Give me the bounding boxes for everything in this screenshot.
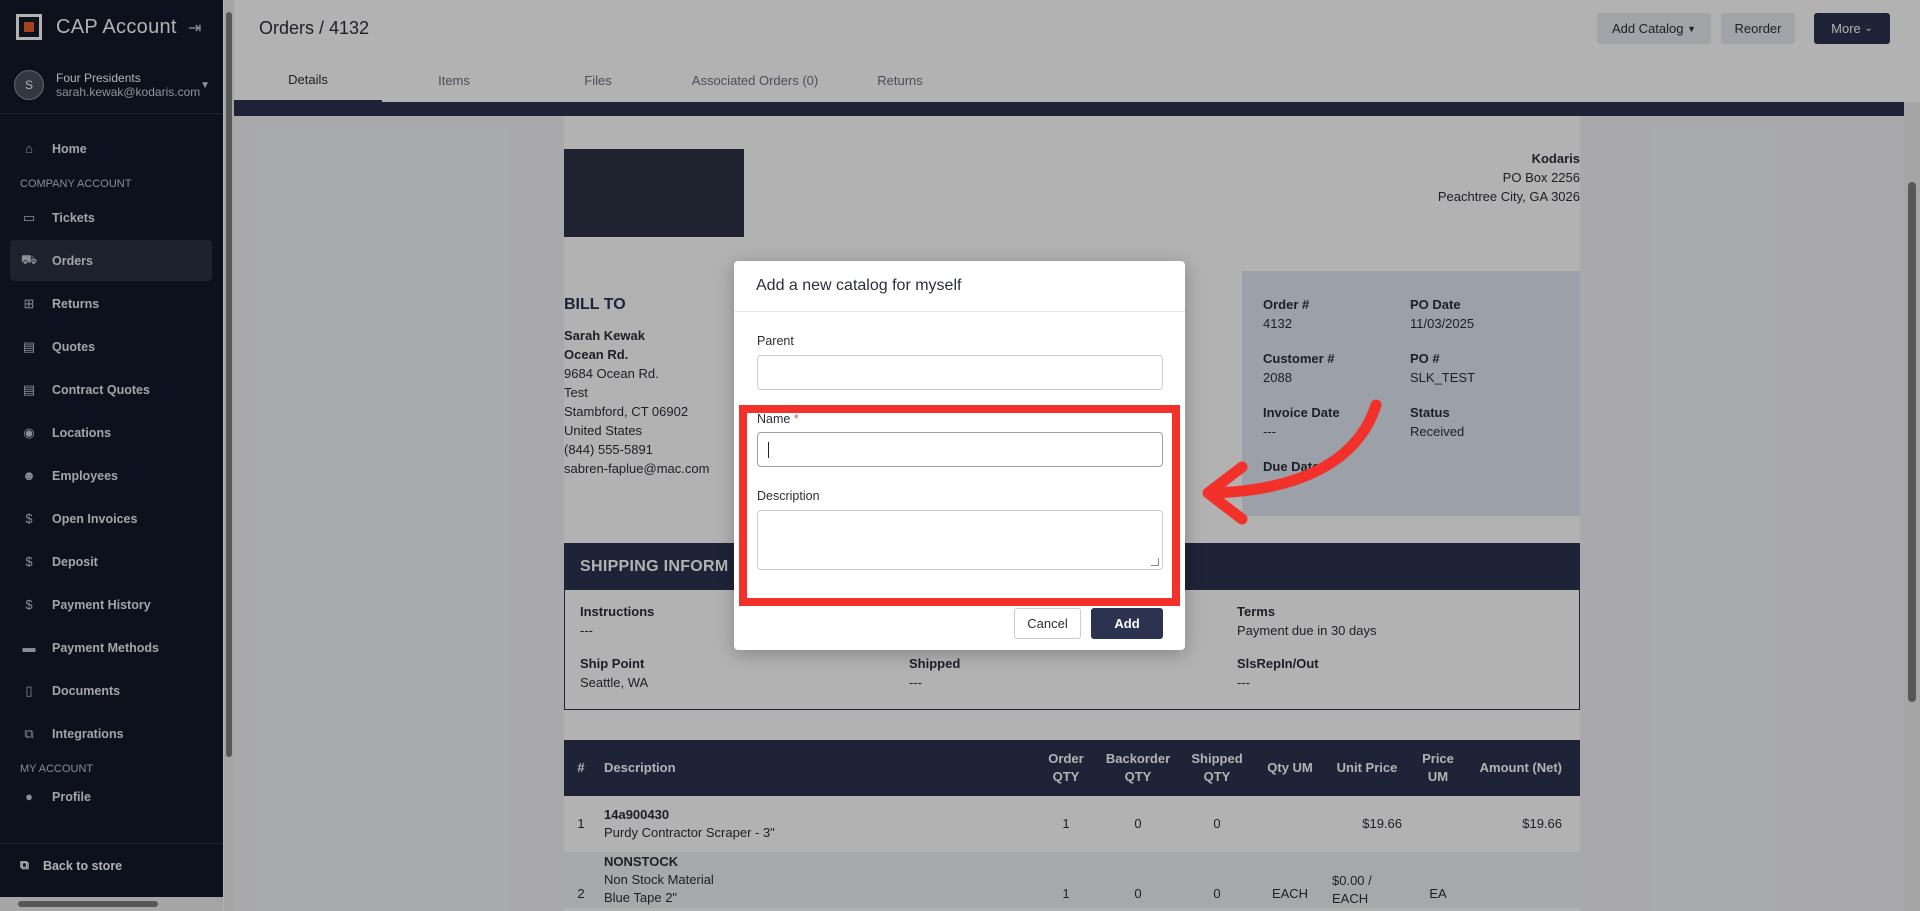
highlight-box bbox=[739, 405, 1180, 606]
parent-label: Parent bbox=[757, 334, 794, 348]
annotation-arrow-icon bbox=[1202, 399, 1382, 525]
parent-input[interactable] bbox=[757, 355, 1163, 390]
modal-title: Add a new catalog for myself bbox=[756, 277, 962, 294]
divider bbox=[734, 311, 1185, 312]
cancel-button[interactable]: Cancel bbox=[1014, 608, 1081, 639]
add-button[interactable]: Add bbox=[1091, 608, 1163, 639]
